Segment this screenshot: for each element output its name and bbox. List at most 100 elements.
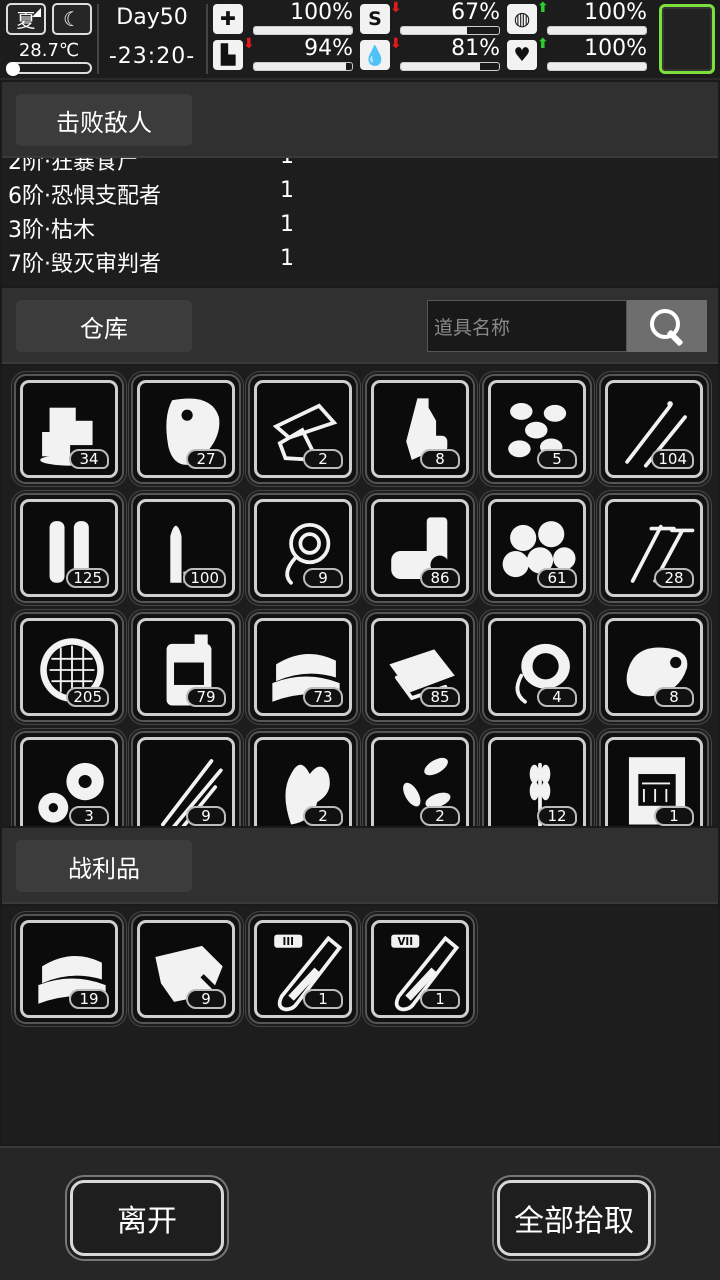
item-quantity: 9 bbox=[186, 989, 226, 1009]
item-slot[interactable]: 85 bbox=[365, 612, 475, 722]
item-frame: 85 bbox=[371, 618, 469, 716]
item-frame: 2 bbox=[371, 737, 469, 826]
search-icon bbox=[648, 307, 686, 345]
stat-value: 81% bbox=[451, 36, 500, 61]
item-slot[interactable]: 9 bbox=[248, 493, 358, 603]
enemy-row: 7阶·毁灭审判者 1 bbox=[8, 246, 708, 280]
trend-down-icon: ⬇ bbox=[390, 36, 402, 52]
item-quantity: 1 bbox=[303, 989, 343, 1009]
trend-up-icon: ⬆ bbox=[537, 0, 549, 16]
item-slot[interactable]: 61 bbox=[482, 493, 592, 603]
season-label: 夏 bbox=[16, 9, 36, 32]
item-quantity: 86 bbox=[420, 568, 460, 588]
item-slot[interactable]: 27 bbox=[131, 374, 241, 484]
item-slot[interactable]: 12 bbox=[482, 731, 592, 826]
item-frame: 3 bbox=[20, 737, 118, 826]
item-slot[interactable]: 2 bbox=[365, 731, 475, 826]
item-slot[interactable]: 125 bbox=[14, 493, 124, 603]
item-slot[interactable]: 5 bbox=[482, 374, 592, 484]
search-button[interactable] bbox=[627, 300, 707, 352]
divider bbox=[97, 4, 99, 74]
item-search-input[interactable]: 道具名称 bbox=[427, 300, 627, 352]
item-slot[interactable]: 2 bbox=[248, 731, 358, 826]
item-quantity: 27 bbox=[186, 449, 226, 469]
stat-mood: ♥ ⬆ 100% bbox=[507, 36, 647, 72]
item-quantity: 73 bbox=[303, 687, 343, 707]
item-slot[interactable]: 9 bbox=[131, 731, 241, 826]
item-frame: III 1 bbox=[254, 920, 352, 1018]
item-frame: 4 bbox=[488, 618, 586, 716]
item-frame: 86 bbox=[371, 499, 469, 597]
item-frame: 19 bbox=[20, 920, 118, 1018]
item-frame: 79 bbox=[137, 618, 235, 716]
item-quantity: 2 bbox=[303, 806, 343, 826]
item-quantity: 4 bbox=[537, 687, 577, 707]
stat-bar bbox=[400, 26, 500, 35]
item-frame: VII 1 bbox=[371, 920, 469, 1018]
stat-bar-fill bbox=[548, 63, 646, 70]
character-portrait-button[interactable] bbox=[659, 4, 715, 74]
stat-value: 100% bbox=[290, 0, 353, 25]
item-slot[interactable]: 2 bbox=[248, 374, 358, 484]
item-slot[interactable]: 100 bbox=[131, 493, 241, 603]
loot-grid[interactable]: 19 9 III 1 VII 1 bbox=[2, 906, 718, 1144]
status-bar: 夏 ☾ 28.7℃ Day50 -23:20- ✚ 100% S ⬇ 67% ◍ ⬆ 100%… bbox=[0, 0, 720, 80]
stat-value: 100% bbox=[584, 0, 647, 25]
item-frame: 9 bbox=[137, 737, 235, 826]
thermometer-icon bbox=[6, 62, 92, 76]
item-slot[interactable]: 34 bbox=[14, 374, 124, 484]
stat-value: 67% bbox=[451, 0, 500, 25]
item-quantity: 79 bbox=[186, 687, 226, 707]
item-slot[interactable]: 73 bbox=[248, 612, 358, 722]
stat-bar-fill bbox=[401, 63, 481, 70]
item-slot[interactable]: 86 bbox=[365, 493, 475, 603]
item-frame: 2 bbox=[254, 380, 352, 478]
item-slot[interactable]: VII 1 bbox=[365, 914, 475, 1024]
stat-bar bbox=[400, 62, 500, 71]
item-slot[interactable]: 28 bbox=[599, 493, 709, 603]
item-slot[interactable]: 9 bbox=[131, 914, 241, 1024]
item-slot[interactable]: 205 bbox=[14, 612, 124, 722]
item-quantity: 5 bbox=[537, 449, 577, 469]
item-frame: 100 bbox=[137, 499, 235, 597]
loot-tab[interactable]: 战利品 bbox=[16, 840, 192, 892]
item-quantity: 12 bbox=[537, 806, 577, 826]
leave-button[interactable]: 离开 bbox=[70, 1180, 224, 1256]
item-slot[interactable]: 19 bbox=[14, 914, 124, 1024]
enemy-count: 1 bbox=[280, 212, 294, 237]
moon-icon: ☾ bbox=[52, 3, 92, 35]
item-slot[interactable]: 8 bbox=[365, 374, 475, 484]
item-slot[interactable]: 4 bbox=[482, 612, 592, 722]
enemies-tab[interactable]: 击败敌人 bbox=[16, 94, 192, 146]
item-slot[interactable]: III 1 bbox=[248, 914, 358, 1024]
day-counter: Day50 bbox=[116, 5, 188, 30]
item-frame: 8 bbox=[605, 618, 703, 716]
item-frame: 2 bbox=[254, 737, 352, 826]
warehouse-tab[interactable]: 仓库 bbox=[16, 300, 192, 352]
item-quantity: 1 bbox=[420, 989, 460, 1009]
item-frame: 9 bbox=[137, 920, 235, 1018]
item-frame: 34 bbox=[20, 380, 118, 478]
stat-value: 100% bbox=[584, 36, 647, 61]
item-frame: 27 bbox=[137, 380, 235, 478]
enemy-row: 2阶·狂暴食尸 1 bbox=[8, 158, 708, 178]
item-quantity: 85 bbox=[420, 687, 460, 707]
enemy-row: 3阶·枯木 1 bbox=[8, 212, 708, 246]
enemy-list[interactable]: 2阶·狂暴食尸 1 6阶·恐惧支配者 1 3阶·枯木 1 7阶·毁灭审判者 1 bbox=[2, 158, 718, 286]
action-bar: 离开 全部拾取 bbox=[0, 1146, 720, 1280]
temperature-readout: 28.7℃ bbox=[18, 40, 80, 61]
item-quantity: 28 bbox=[654, 568, 694, 588]
item-frame: 125 bbox=[20, 499, 118, 597]
warehouse-grid[interactable]: 34 27 2 8 5 104 125 100 9 86 61 28 205 79 73 85 4 8 3 9 2 2 12… bbox=[2, 366, 718, 826]
item-slot[interactable]: 8 bbox=[599, 612, 709, 722]
item-slot[interactable]: 79 bbox=[131, 612, 241, 722]
item-slot[interactable]: 3 bbox=[14, 731, 124, 826]
item-quantity: 34 bbox=[69, 449, 109, 469]
trend-up-icon: ⬆ bbox=[537, 36, 549, 52]
item-quantity: 8 bbox=[420, 449, 460, 469]
item-slot[interactable]: 1 bbox=[599, 731, 709, 826]
item-frame: 8 bbox=[371, 380, 469, 478]
pickup-all-button[interactable]: 全部拾取 bbox=[497, 1180, 651, 1256]
item-quantity: 19 bbox=[69, 989, 109, 1009]
item-slot[interactable]: 104 bbox=[599, 374, 709, 484]
